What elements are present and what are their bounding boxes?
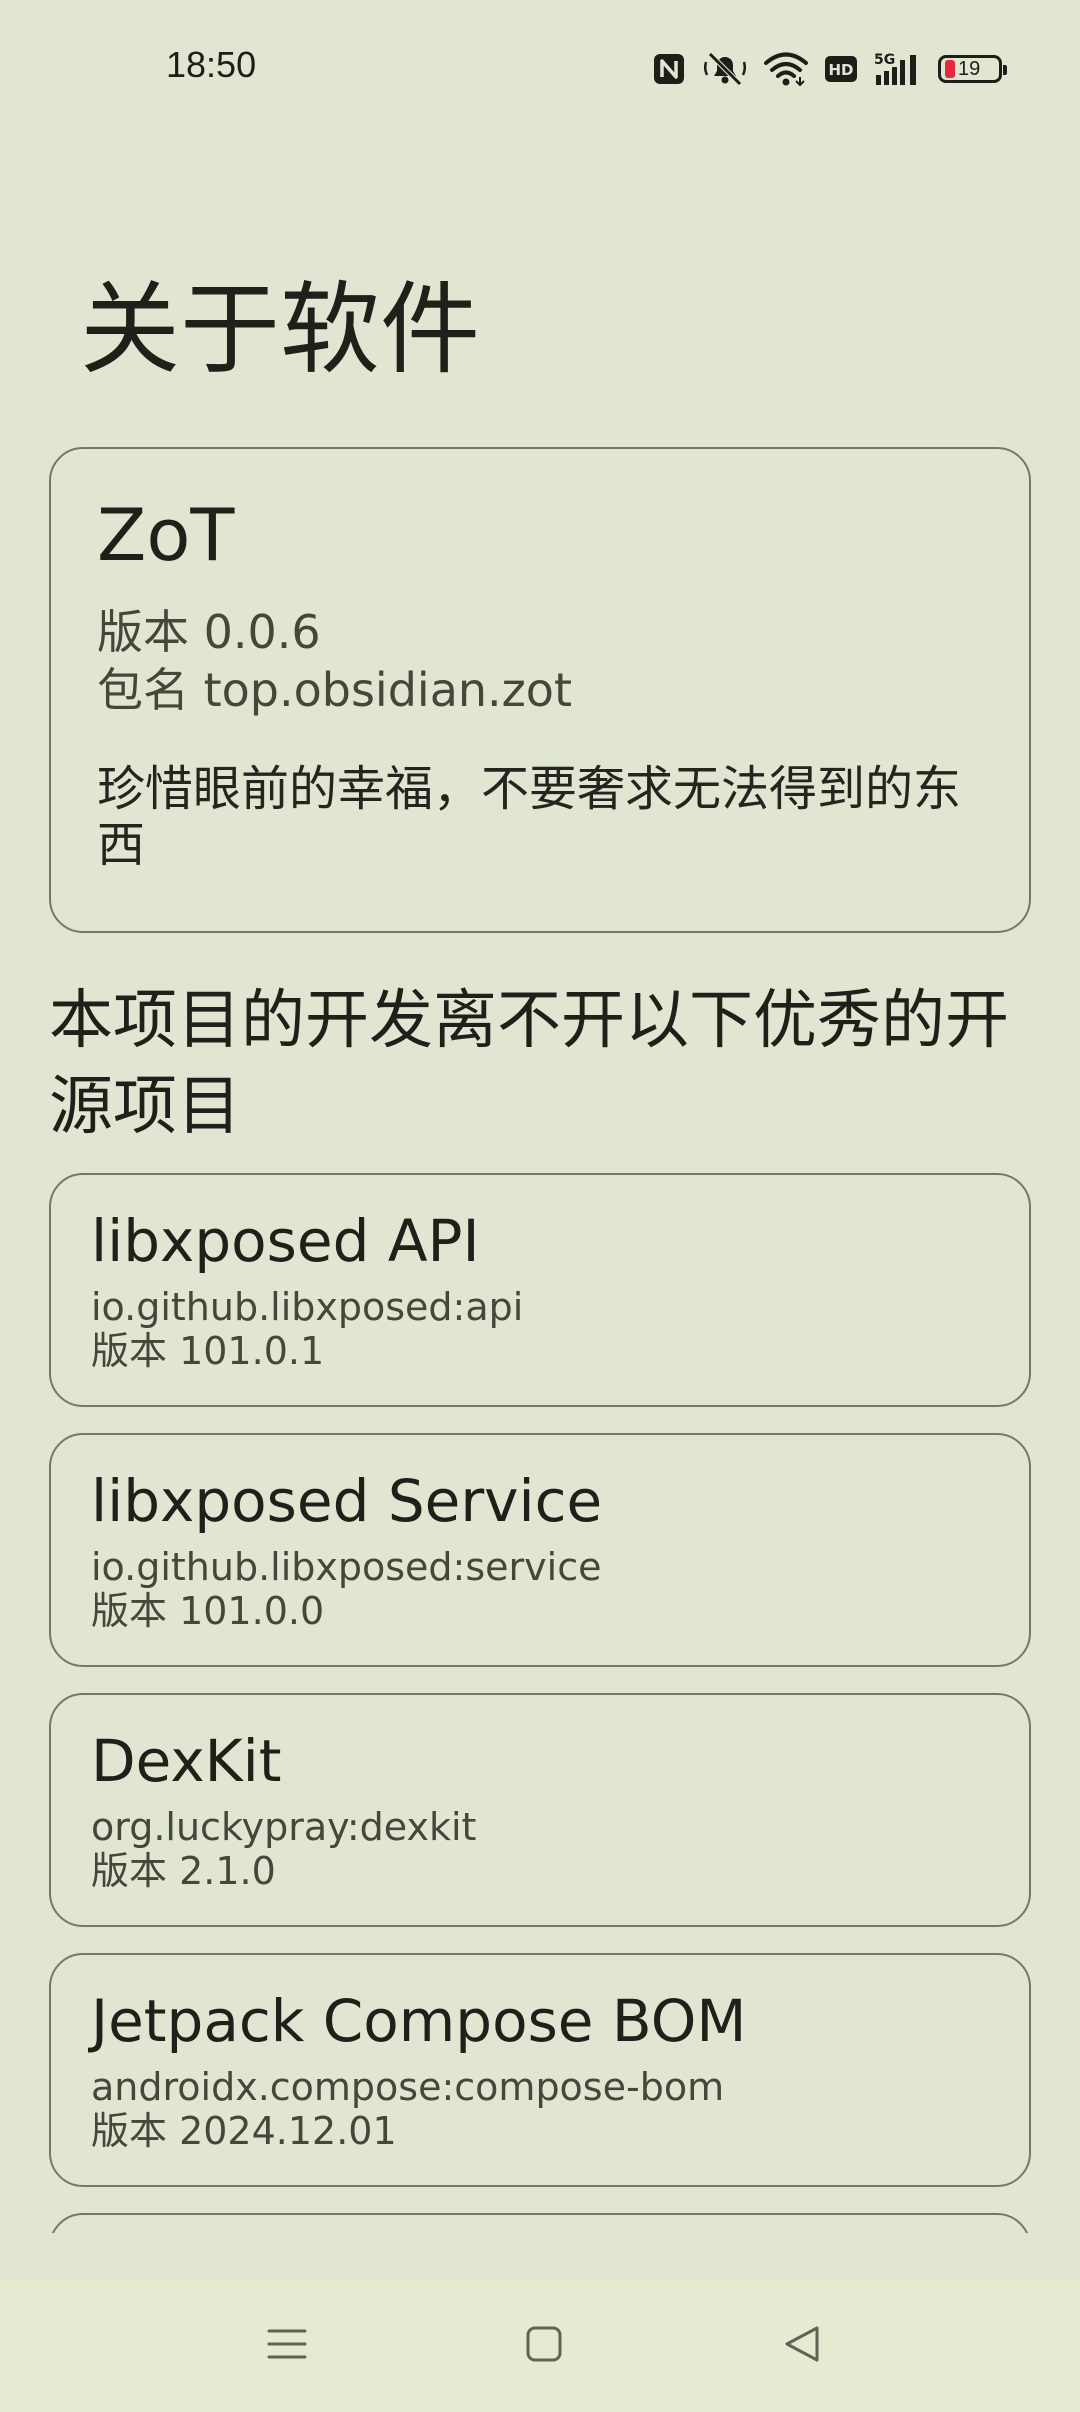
back-button[interactable] (772, 2316, 832, 2376)
svg-text:5G: 5G (874, 52, 895, 68)
home-icon (525, 2325, 563, 2367)
library-version: 版本 101.0.1 (91, 1329, 325, 1373)
battery-fill (945, 60, 955, 78)
app-version: 版本 0.0.6 (97, 605, 321, 659)
wifi-icon (764, 52, 808, 86)
battery-level: 19 (958, 57, 981, 80)
library-card[interactable]: DexKit org.luckypray:dexkit 版本 2.1.0 (49, 1693, 1031, 1927)
library-name: DexKit (91, 1727, 282, 1795)
app-meta: 版本 0.0.6 包名 top.obsidian.zot (97, 603, 572, 719)
library-card-partial[interactable] (49, 2213, 1031, 2233)
library-id: org.luckypray:dexkit (91, 1805, 477, 1849)
status-icons: HD 5G 19 (652, 46, 1007, 92)
hd-icon: HD (824, 55, 858, 83)
library-name: Jetpack Compose BOM (91, 1987, 747, 2055)
libraries-list[interactable]: libxposed API io.github.libxposed:api 版本… (49, 1173, 1031, 2233)
app-info-card: ZoT 版本 0.0.6 包名 top.obsidian.zot 珍惜眼前的幸福… (49, 447, 1031, 933)
app-name: ZoT (97, 493, 235, 577)
library-card[interactable]: Jetpack Compose BOM androidx.compose:com… (49, 1953, 1031, 2187)
library-name: libxposed Service (91, 1467, 603, 1535)
library-id: io.github.libxposed:api (91, 1285, 524, 1329)
5g-signal-icon: 5G (874, 51, 922, 87)
status-time: 18:50 (166, 44, 257, 85)
menu-button[interactable] (257, 2316, 317, 2376)
library-id: io.github.libxposed:service (91, 1545, 602, 1589)
library-card[interactable]: libxposed API io.github.libxposed:api 版本… (49, 1173, 1031, 1407)
svg-text:HD: HD (828, 61, 853, 79)
status-bar: 18:50 HD 5G 19 (0, 0, 1080, 140)
menu-icon (267, 2326, 307, 2366)
home-button[interactable] (514, 2316, 574, 2376)
app-description: 珍惜眼前的幸福，不要奢求无法得到的东西 (97, 761, 962, 873)
battery-icon: 19 (938, 55, 1007, 83)
library-name: libxposed API (91, 1207, 480, 1275)
back-icon (783, 2324, 821, 2368)
library-id: androidx.compose:compose-bom (91, 2065, 725, 2109)
nfc-icon (652, 52, 686, 86)
app-package: 包名 top.obsidian.zot (97, 663, 572, 717)
library-version: 版本 2.1.0 (91, 1849, 276, 1893)
library-version: 版本 2024.12.01 (91, 2109, 397, 2153)
library-card[interactable]: libxposed Service io.github.libxposed:se… (49, 1433, 1031, 1667)
navigation-bar (0, 2280, 1080, 2412)
silent-icon (702, 50, 748, 88)
libraries-heading: 本项目的开发离不开以下优秀的开源项目 (49, 984, 1009, 1144)
page-title: 关于软件 (80, 271, 480, 388)
library-version: 版本 101.0.0 (91, 1589, 325, 1633)
